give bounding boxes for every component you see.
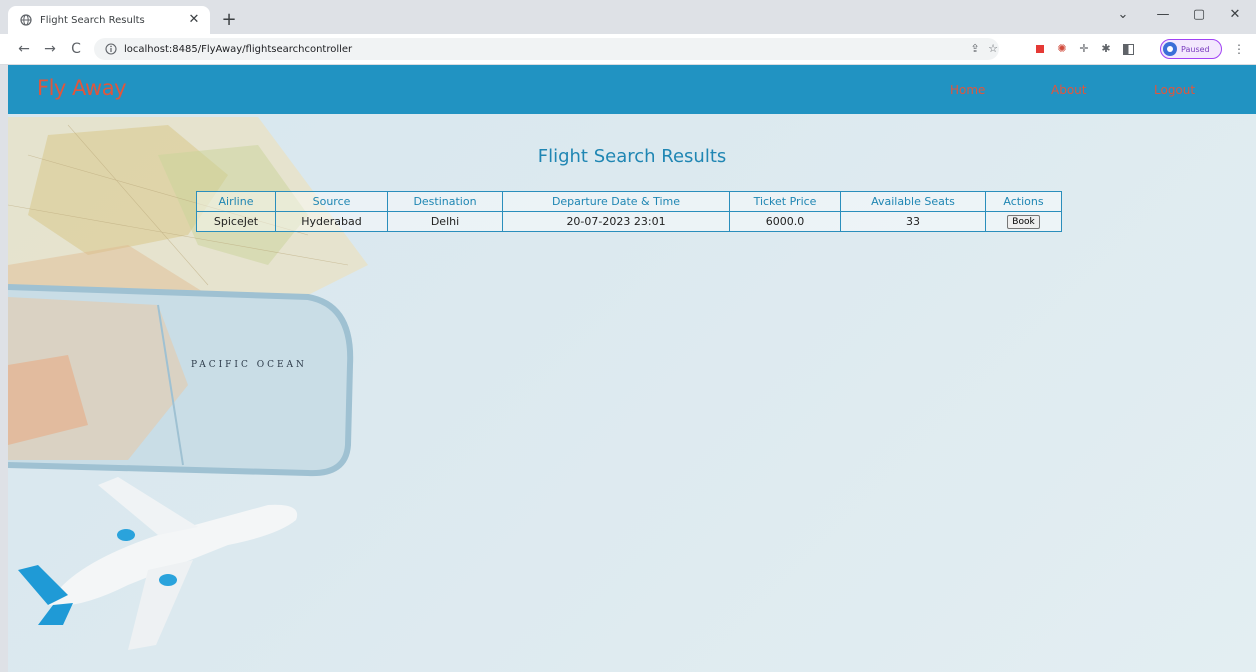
- side-panel-icon[interactable]: [1120, 41, 1136, 57]
- extension-crosshair-icon[interactable]: ✛: [1076, 41, 1092, 57]
- new-tab-icon[interactable]: +: [218, 9, 240, 31]
- nav-about-link[interactable]: About: [1051, 83, 1086, 97]
- forward-icon[interactable]: →: [40, 39, 60, 59]
- share-icon[interactable]: ⇪: [966, 38, 984, 60]
- table-row: SpiceJet Hyderabad Delhi 20-07-2023 23:0…: [196, 211, 1062, 232]
- globe-icon: [20, 14, 32, 26]
- map-caption: PACIFIC OCEAN: [191, 360, 307, 370]
- cell-source: Hyderabad: [275, 211, 388, 232]
- tab-search-icon[interactable]: ⌄: [1108, 4, 1138, 26]
- tab-title: Flight Search Results: [40, 14, 145, 26]
- tab-strip: Flight Search Results ✕ + ⌄ — ▢ ✕: [0, 0, 1256, 34]
- cell-seats: 33: [840, 211, 986, 232]
- restore-icon[interactable]: ▢: [1184, 4, 1214, 26]
- info-icon[interactable]: [104, 42, 118, 56]
- column-header-seats: Available Seats: [840, 191, 986, 212]
- profile-status: Paused: [1181, 44, 1210, 54]
- browser-tab[interactable]: Flight Search Results ✕: [8, 6, 210, 34]
- column-header-airline: Airline: [196, 191, 276, 212]
- cell-destination: Delhi: [387, 211, 503, 232]
- book-button[interactable]: Book: [1007, 215, 1040, 229]
- back-icon[interactable]: ←: [14, 39, 34, 59]
- url-text: localhost:8485/FlyAway/flightsearchcontr…: [124, 43, 353, 55]
- cell-departure: 20-07-2023 23:01: [502, 211, 730, 232]
- kebab-menu-icon[interactable]: ⋮: [1232, 39, 1246, 59]
- browser-toolbar: ← → C localhost:8485/FlyAway/flightsearc…: [0, 34, 1256, 65]
- page-viewport: PACIFIC OCEAN Fly Away Home About Logout…: [8, 65, 1256, 672]
- address-bar[interactable]: localhost:8485/FlyAway/flightsearchcontr…: [94, 38, 999, 60]
- window-close-icon[interactable]: ✕: [1220, 4, 1250, 26]
- nav-home-link[interactable]: Home: [950, 83, 985, 97]
- column-header-departure: Departure Date & Time: [502, 191, 730, 212]
- extensions-puzzle-icon[interactable]: ✱: [1098, 41, 1114, 57]
- reload-icon[interactable]: C: [66, 39, 86, 59]
- extension-megaphone-icon[interactable]: ✺: [1054, 41, 1070, 57]
- table-header-row: Airline Source Destination Departure Dat…: [196, 191, 1062, 212]
- profile-button[interactable]: Paused: [1160, 39, 1222, 59]
- cell-actions: Book: [985, 211, 1062, 232]
- app-header: Fly Away Home About Logout: [8, 65, 1256, 114]
- column-header-source: Source: [275, 191, 388, 212]
- column-header-price: Ticket Price: [729, 191, 841, 212]
- bookmark-star-icon[interactable]: ☆: [984, 38, 1002, 60]
- avatar: [1163, 42, 1177, 56]
- airplane-illustration: [18, 477, 298, 650]
- cell-price: 6000.0: [729, 211, 841, 232]
- close-tab-icon[interactable]: ✕: [186, 12, 202, 28]
- column-header-actions: Actions: [985, 191, 1062, 212]
- page-title: Flight Search Results: [537, 146, 727, 167]
- extension-red-icon[interactable]: [1032, 41, 1048, 57]
- browser-window: Flight Search Results ✕ + ⌄ — ▢ ✕ ← → C …: [0, 0, 1256, 672]
- cell-airline: SpiceJet: [196, 211, 276, 232]
- column-header-destination: Destination: [387, 191, 503, 212]
- minimize-icon[interactable]: —: [1148, 4, 1178, 26]
- nav-logout-link[interactable]: Logout: [1154, 83, 1195, 97]
- flight-results-table: Airline Source Destination Departure Dat…: [196, 191, 1062, 232]
- brand-logo[interactable]: Fly Away: [37, 76, 127, 100]
